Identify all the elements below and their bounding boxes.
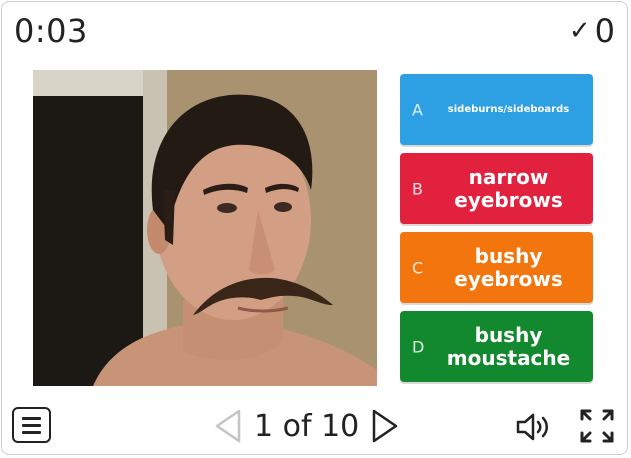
next-button[interactable]: [367, 406, 403, 446]
menu-icon-line: [22, 424, 41, 427]
speaker-icon: [516, 413, 548, 441]
sound-button[interactable]: [515, 412, 551, 442]
answer-letter: B: [412, 179, 423, 198]
timer: 0:03: [14, 12, 88, 50]
answer-letter: C: [412, 258, 424, 277]
score-value: 0: [594, 12, 615, 50]
answer-text: bushy eyebrows: [454, 243, 563, 291]
triangle-right-icon: [373, 409, 398, 443]
answer-letter: A: [412, 100, 423, 119]
answer-text: bushy moustache: [446, 322, 571, 370]
checkmark-icon: ✓: [568, 16, 591, 46]
score-display: ✓ 0: [569, 12, 615, 50]
answer-option-b[interactable]: B narrow eyebrows: [400, 153, 593, 224]
menu-button[interactable]: [12, 407, 51, 443]
portrait-illustration: [33, 70, 377, 386]
question-image: [33, 70, 377, 386]
answer-option-d[interactable]: D bushy moustache: [400, 311, 593, 382]
answer-text: sideburns/sideboards: [447, 103, 570, 115]
menu-icon-line: [22, 431, 41, 434]
answer-letter: D: [412, 337, 425, 356]
fullscreen-button[interactable]: [578, 407, 616, 445]
answer-text: narrow eyebrows: [454, 164, 563, 212]
question-counter: 1 of 10: [254, 408, 360, 444]
answer-option-c[interactable]: C bushy eyebrows: [400, 232, 593, 303]
fullscreen-icon: [580, 409, 614, 443]
triangle-left-icon: [215, 409, 241, 443]
answer-option-a[interactable]: A sideburns/sideboards: [400, 74, 593, 145]
previous-button[interactable]: [210, 406, 246, 446]
pagination: 1 of 10: [210, 404, 403, 448]
menu-icon: [22, 417, 41, 420]
